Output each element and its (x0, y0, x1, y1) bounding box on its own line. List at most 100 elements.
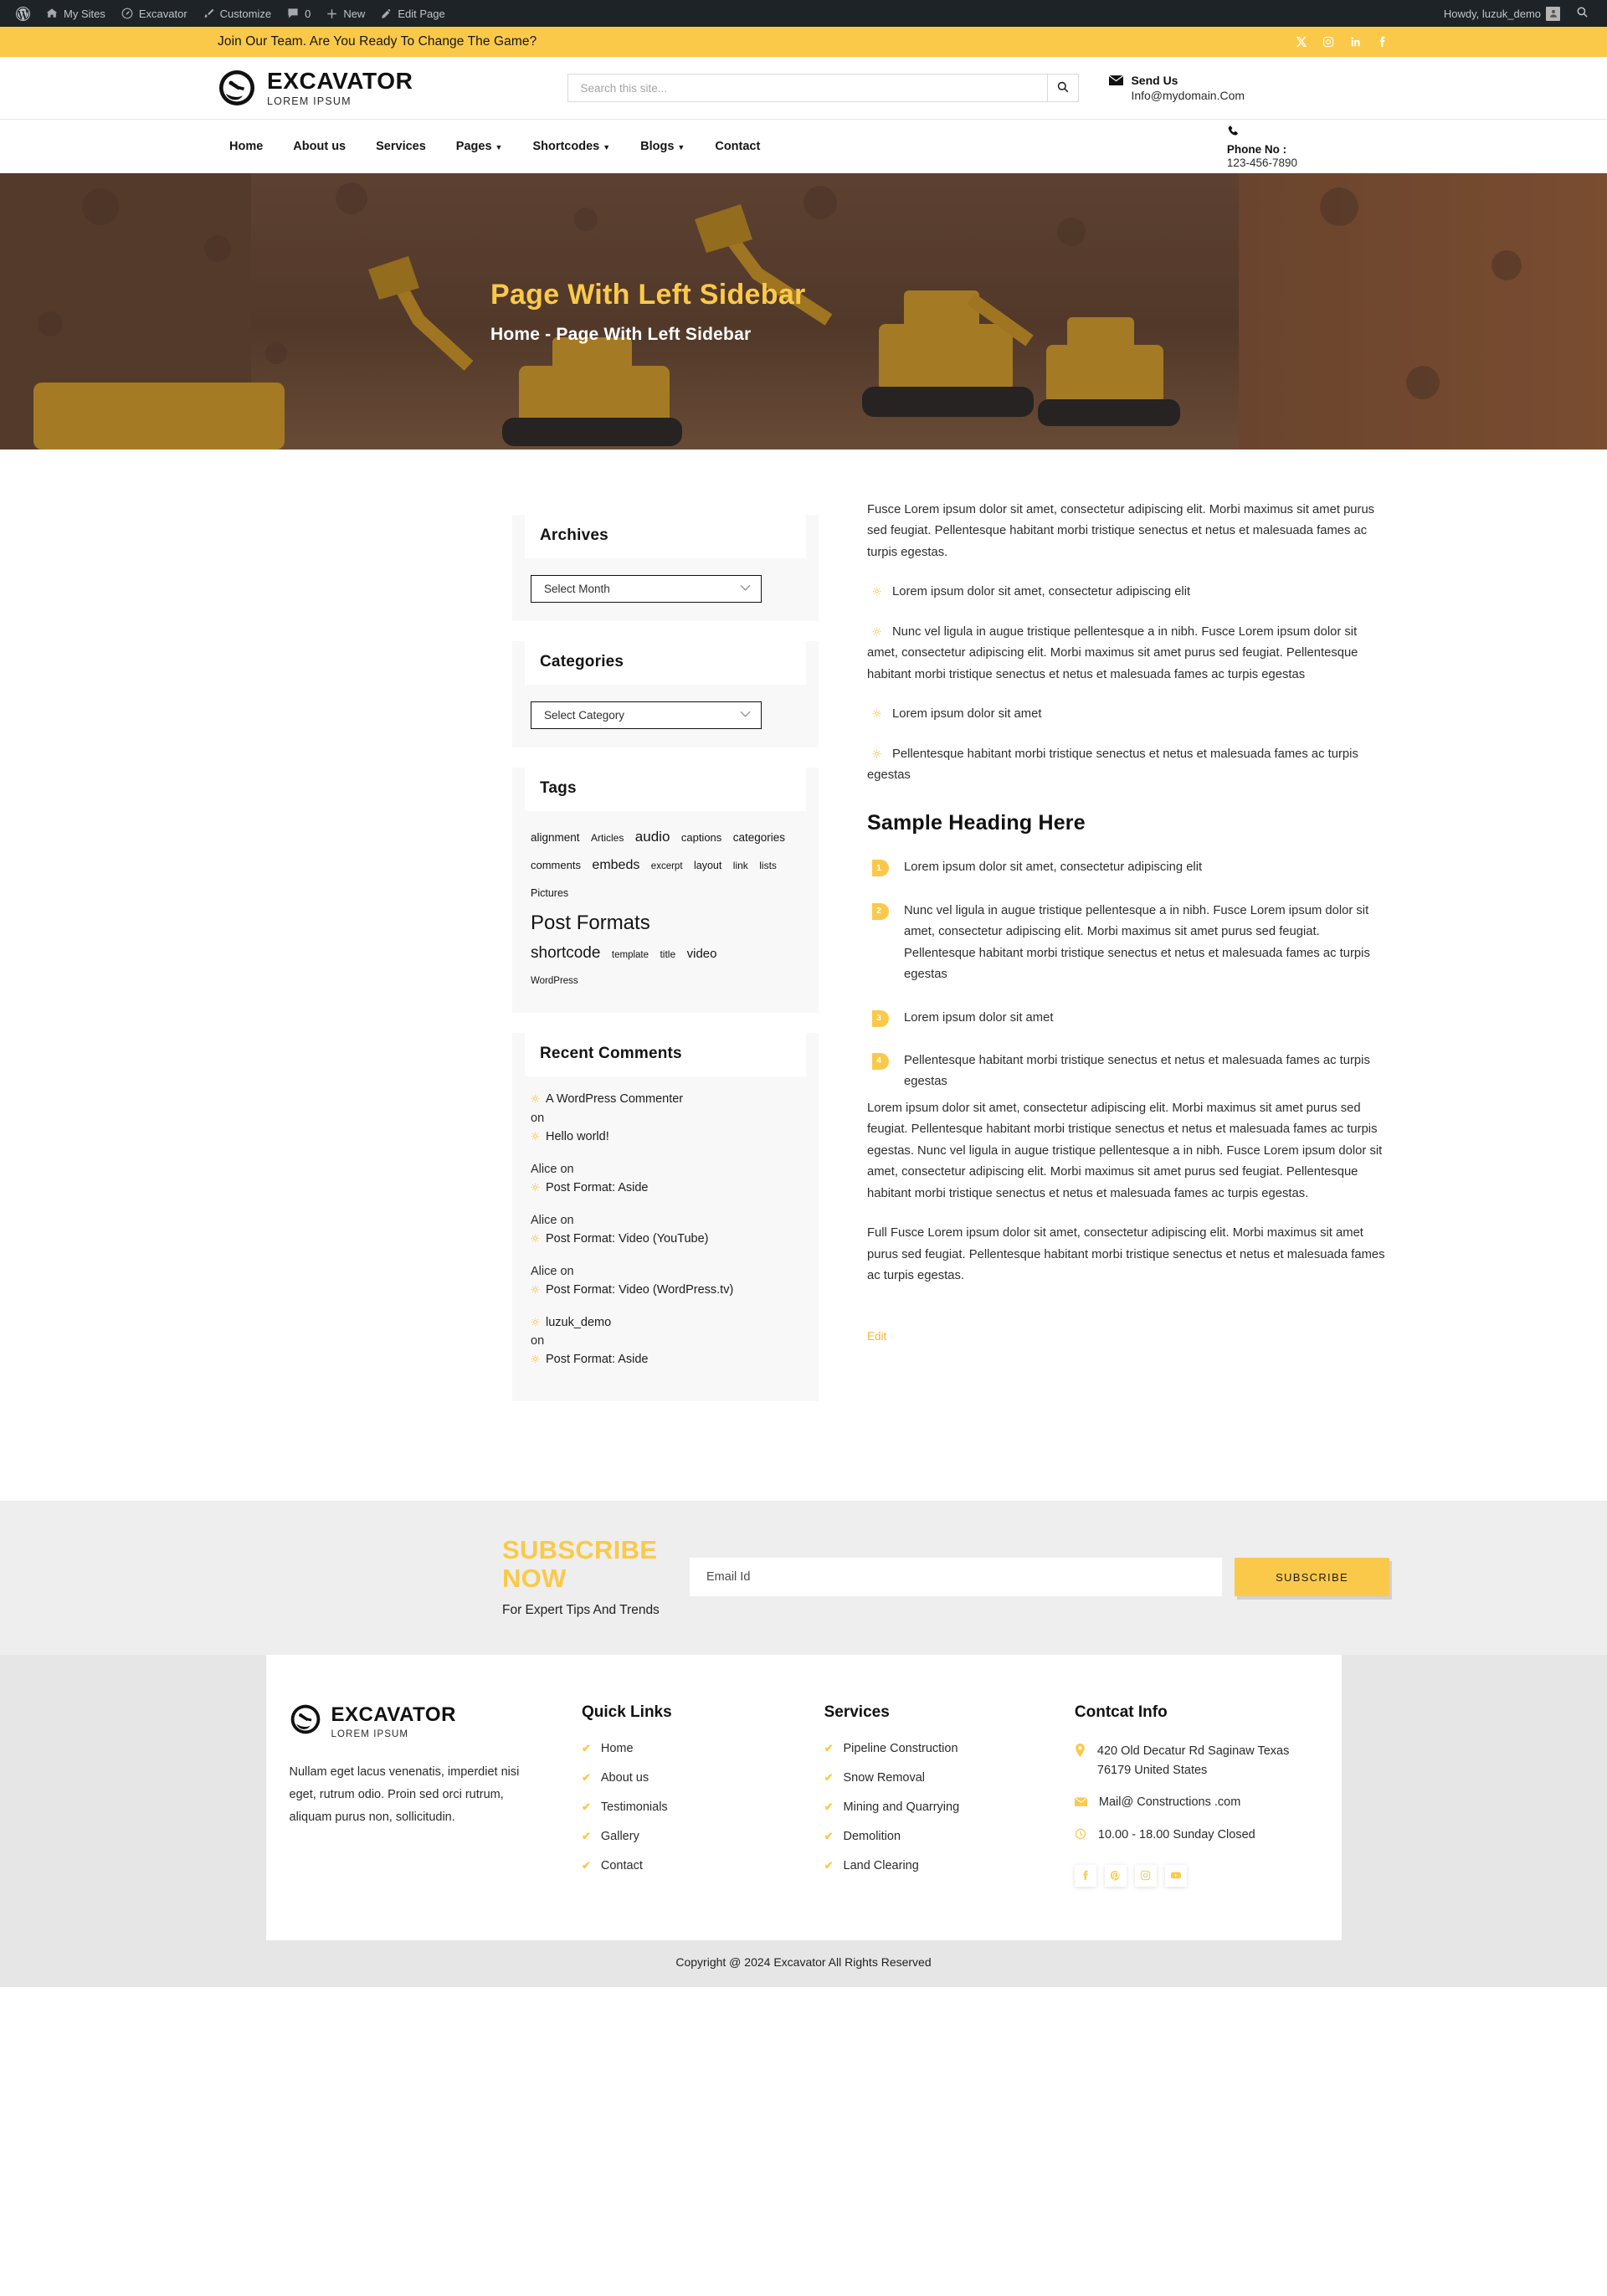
tag-link[interactable]: shortcode (531, 944, 600, 962)
search-input[interactable] (567, 74, 1048, 102)
nav-item-about-us[interactable]: About us (278, 140, 361, 153)
chevron-down-icon: ▼ (677, 142, 685, 152)
linkedin-icon[interactable] (1349, 36, 1361, 48)
admin-bar-comments[interactable]: 0 (279, 0, 318, 27)
tag-link[interactable]: audio (635, 829, 670, 845)
comment-post-link[interactable]: Hello world! (546, 1130, 609, 1143)
list-number-marker: 4 (872, 1053, 889, 1070)
body-paragraph-3: Full Fusce Lorem ipsum dolor sit amet, c… (867, 1226, 1385, 1282)
recent-comments-list: A WordPress Commenter on Hello world! Al… (512, 1076, 819, 1369)
footer-email-row[interactable]: Mail@ Constructions .com (1074, 1793, 1342, 1814)
tag-link[interactable]: title (660, 948, 675, 960)
nav-item-pages[interactable]: Pages ▼ (441, 140, 518, 153)
instagram-icon[interactable] (1134, 1864, 1157, 1887)
tag-link[interactable]: comments (531, 859, 581, 871)
tag-link[interactable]: Articles (591, 832, 624, 844)
x-icon[interactable] (1296, 36, 1307, 48)
footer-service-land-clearing[interactable]: ✔ Land Clearing (824, 1859, 1075, 1872)
facebook-icon[interactable] (1376, 36, 1388, 48)
nav-item-services[interactable]: Services (361, 140, 441, 153)
footer-link-gallery[interactable]: ✔ Gallery (582, 1830, 824, 1843)
footer-service-demolition[interactable]: ✔ Demolition (824, 1830, 1075, 1843)
tag-link[interactable]: excerpt (651, 861, 683, 871)
email-field[interactable] (690, 1558, 1222, 1597)
comment-post-link[interactable]: Post Format: Video (YouTube) (546, 1232, 709, 1246)
footer-service-snow-removal[interactable]: ✔ Snow Removal (824, 1771, 1075, 1785)
envelope-icon (1074, 1795, 1087, 1814)
youtube-icon[interactable] (1164, 1864, 1187, 1887)
admin-bar-howdy[interactable]: Howdy, luzuk_demo (1436, 0, 1568, 27)
footer-service-mining-and-quarrying[interactable]: ✔ Mining and Quarrying (824, 1800, 1075, 1814)
subscribe-button[interactable]: SUBSCRIBE (1235, 1558, 1389, 1597)
tag-link[interactable]: Pictures (531, 887, 568, 899)
footer-link-contact[interactable]: ✔ Contact (582, 1859, 824, 1872)
comment-author[interactable]: A WordPress Commenter (546, 1092, 683, 1106)
tag-link[interactable]: template (612, 950, 649, 960)
location-pin-icon (1075, 1744, 1086, 1764)
header-social-links (1296, 36, 1388, 48)
facebook-icon[interactable] (1074, 1864, 1096, 1887)
phone-number[interactable]: 123-456-7890 (1227, 157, 1297, 169)
send-us-email[interactable]: Info@mydomain.Com (1131, 89, 1245, 102)
footer-link-about-us[interactable]: ✔ About us (582, 1771, 824, 1785)
tag-link[interactable]: captions (681, 831, 721, 844)
tag-link[interactable]: video (687, 947, 717, 961)
left-sidebar: Archives Select Month Categories Select … (512, 500, 819, 1421)
list-number-marker: 3 (872, 1009, 889, 1027)
admin-bar-search-button[interactable] (1568, 6, 1599, 21)
tag-link[interactable]: embeds (592, 858, 639, 872)
tag-link[interactable]: layout (694, 860, 721, 871)
tag-link[interactable]: link (733, 860, 748, 871)
site-header: EXCAVATOR LOREM IPSUM Send Us Info@mydom… (0, 57, 1607, 120)
gear-icon (872, 623, 881, 635)
page-title: Page With Left Sidebar (490, 278, 806, 311)
breadcrumb: Home - Page With Left Sidebar (490, 324, 752, 344)
nav-item-home[interactable]: Home (218, 140, 278, 153)
comment-post-link[interactable]: Post Format: Aside (546, 1353, 649, 1366)
widget-categories: Categories Select Category (512, 641, 819, 747)
admin-bar-edit-page[interactable]: Edit Page (372, 0, 452, 27)
categories-select[interactable]: Select Category (531, 701, 762, 729)
footer-link-testimonials[interactable]: ✔ Testimonials (582, 1800, 824, 1814)
footer-column-title: Services (824, 1703, 890, 1722)
wordpress-logo-menu[interactable] (8, 0, 38, 27)
search-submit-button[interactable] (1047, 74, 1080, 102)
nav-item-blogs[interactable]: Blogs ▼ (625, 140, 700, 153)
admin-bar-howdy-label: Howdy, luzuk_demo (1443, 7, 1541, 20)
admin-bar-my-sites[interactable]: My Sites (38, 0, 113, 27)
nav-label: Contact (715, 140, 761, 153)
tag-link[interactable]: lists (759, 860, 777, 871)
pinterest-icon[interactable] (1104, 1864, 1127, 1887)
comment-post-link[interactable]: Post Format: Aside (546, 1181, 649, 1194)
tag-link[interactable]: categories (733, 831, 785, 844)
edit-link[interactable]: Edit (867, 1330, 886, 1343)
list-item: luzuk_demo on Post Format: Aside (531, 1313, 800, 1369)
archives-select[interactable]: Select Month (531, 575, 762, 603)
footer-service-pipeline-construction[interactable]: ✔ Pipeline Construction (824, 1742, 1075, 1755)
search-icon (1576, 6, 1589, 21)
instagram-icon[interactable] (1322, 36, 1334, 48)
site-logo[interactable]: EXCAVATOR LOREM IPSUM (218, 69, 413, 107)
list-item-text: Lorem ipsum dolor sit amet, consectetur … (892, 585, 1191, 599)
subscribe-form: SUBSCRIBE (690, 1558, 1389, 1597)
list-item-text: Lorem ipsum dolor sit amet, consectetur … (904, 860, 1203, 875)
comment-post-link[interactable]: Post Format: Video (WordPress.tv) (546, 1283, 733, 1297)
footer-link-home[interactable]: ✔ Home (582, 1742, 824, 1755)
footer-logo[interactable]: EXCAVATOR LOREM IPSUM (290, 1703, 582, 1739)
admin-bar-site-name[interactable]: Excavator (113, 0, 195, 27)
admin-bar-my-sites-label: My Sites (64, 7, 105, 20)
excavator-logo-icon (290, 1703, 321, 1739)
nav-item-contact[interactable]: Contact (700, 140, 775, 153)
tag-link[interactable]: Post Formats (531, 910, 793, 937)
comment-author[interactable]: luzuk_demo (546, 1316, 611, 1329)
avatar (1546, 6, 1560, 21)
tag-link[interactable]: alignment (531, 831, 580, 844)
tag-link[interactable]: WordPress (531, 972, 793, 992)
admin-bar-customize[interactable]: Customize (195, 0, 279, 27)
announcement-text: Join Our Team. Are You Ready To Change T… (218, 34, 537, 49)
list-item: Alice on Post Format: Aside (531, 1160, 800, 1198)
brush-icon (203, 8, 215, 20)
admin-bar-new[interactable]: New (318, 0, 372, 27)
nav-item-shortcodes[interactable]: Shortcodes ▼ (517, 140, 625, 153)
admin-bar-customize-label: Customize (219, 7, 272, 20)
